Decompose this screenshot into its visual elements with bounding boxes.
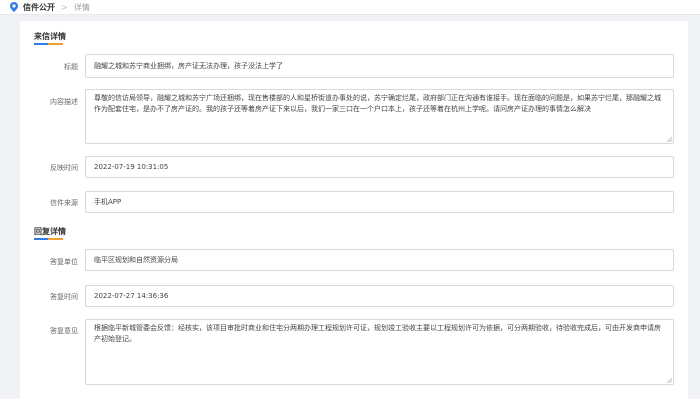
reply-section-title: 回复详情 [34,227,66,236]
reply-time-label: 答复时间 [50,293,78,301]
breadcrumb-section[interactable]: 信件公开 [23,2,55,13]
detail-panel: 来信详情 标题 融耀之城和苏宁商业捆绑，房产证无法办理，孩子没法上学了 内容描述… [20,21,688,399]
resize-handle-icon[interactable] [666,136,672,142]
letter-section-title: 来信详情 [34,32,66,41]
reply-unit-label: 答复单位 [50,258,78,266]
content-textarea[interactable]: 尊敬的信访局领导，融耀之城和苏宁广场还捆绑，现在售楼部的人和星桥街道办事处的说，… [85,89,674,144]
reply-opinion-label: 答复意见 [50,327,78,335]
report-time-label: 反映时间 [50,164,78,172]
source-label: 信件来源 [50,199,78,207]
breadcrumb-separator: > [61,2,68,12]
resize-handle-icon[interactable] [666,377,672,383]
letter-section-underline [34,43,63,45]
content-label: 内容描述 [50,98,78,106]
title-field[interactable]: 融耀之城和苏宁商业捆绑，房产证无法办理，孩子没法上学了 [85,54,674,78]
title-label: 标题 [64,63,78,71]
reply-section-underline [34,238,63,240]
location-pin-icon [9,1,19,13]
report-time-field[interactable]: 2022-07-19 10:31:05 [85,156,674,178]
reply-unit-field[interactable]: 临平区规划和自然资源分局 [85,249,674,271]
breadcrumb-current: 详情 [73,2,90,12]
content-text: 尊敬的信访局领导，融耀之城和苏宁广场还捆绑，现在售楼部的人和星桥街道办事处的说，… [94,94,661,113]
breadcrumb: 信件公开 > 详情 [0,0,700,15]
reply-opinion-textarea[interactable]: 根据临平新城管委会反馈：经核实，该项目审批时商业和住宅分两期办理工程规划许可证，… [85,319,674,385]
reply-opinion-text: 根据临平新城管委会反馈：经核实，该项目审批时商业和住宅分两期办理工程规划许可证，… [94,324,661,343]
reply-time-field[interactable]: 2022-07-27 14:36:36 [85,285,674,307]
source-field[interactable]: 手机APP [85,191,674,213]
